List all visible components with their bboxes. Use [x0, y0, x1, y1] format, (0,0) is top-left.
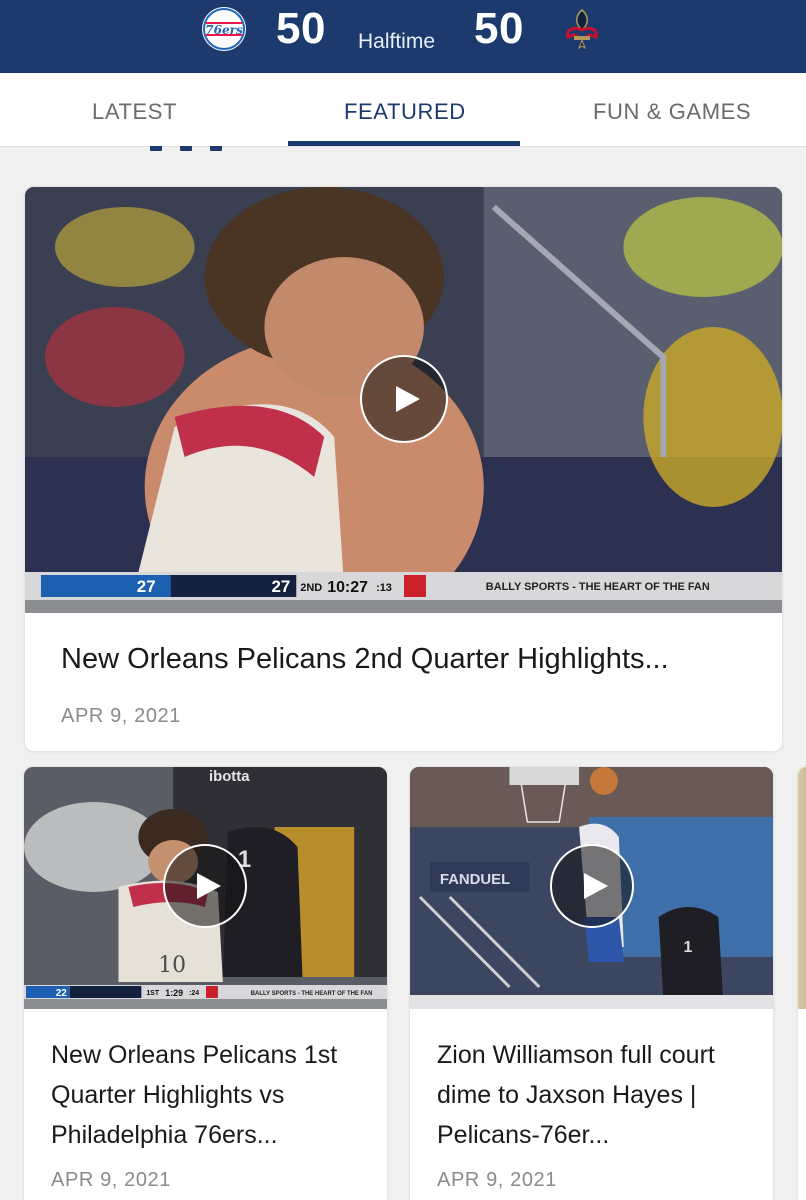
overlay-broadcast: BALLY SPORTS - THE HEART OF THE FAN	[251, 991, 373, 997]
video-title[interactable]: New Orleans Pelicans 2nd Quarter Highlig…	[61, 643, 751, 676]
content-tabs: LATEST FEATURED FUN & GAMES	[0, 73, 806, 147]
overlay-score-b: 27	[271, 577, 290, 596]
76ers-logo-text: 76ers	[205, 23, 243, 37]
play-icon[interactable]	[550, 844, 634, 928]
away-score: 50	[474, 4, 524, 53]
scrolled-section-heading	[150, 142, 260, 151]
overlay-broadcast: BALLY SPORTS - THE HEART OF THE FAN	[486, 581, 710, 593]
video-card-featured[interactable]: 27 27 2ND 10:27 :13 BALLY SPORTS - THE H…	[24, 186, 783, 752]
game-status: Halftime	[358, 30, 436, 53]
video-card[interactable]: ibotta 10 1 22 1ST 1:29 :24 BALLY SPORTS…	[23, 766, 388, 1200]
thumb-jersey-number: 1	[683, 939, 692, 956]
video-thumbnail[interactable]: ibotta 10 1 22 1ST 1:29 :24 BALLY SPORTS…	[24, 767, 387, 1009]
play-icon[interactable]	[360, 355, 448, 443]
overlay-clock: 1:29	[165, 988, 183, 998]
thumb-ad-text: FANDUEL	[440, 871, 510, 888]
home-score: 50	[276, 4, 326, 53]
overlay-score-a: 22	[56, 988, 68, 999]
video-title[interactable]: New Orleans Pelicans 1st Quarter Highlig…	[51, 1035, 363, 1155]
overlay-period: 1ST	[146, 990, 159, 997]
video-thumbnail	[798, 767, 806, 1009]
video-card[interactable]: FANDUEL 1 Zion Williamson full court dim…	[409, 766, 774, 1200]
video-thumbnail[interactable]: 27 27 2ND 10:27 :13 BALLY SPORTS - THE H…	[25, 187, 782, 613]
overlay-shot-clock: :13	[376, 582, 392, 594]
video-date: APR 9, 2021	[61, 705, 182, 727]
overlay-score-a: 27	[137, 577, 156, 596]
tab-featured[interactable]: FEATURED	[344, 99, 466, 125]
video-thumbnail[interactable]: FANDUEL 1	[410, 767, 773, 1009]
pelicans-logo-icon	[559, 6, 605, 52]
tab-fun-and-games[interactable]: FUN & GAMES	[593, 99, 751, 125]
video-date: APR 9, 2021	[51, 1169, 172, 1191]
thumb-jersey-number: 10	[158, 953, 186, 978]
video-title[interactable]: Zion Williamson full court dime to Jaxso…	[437, 1035, 749, 1155]
scoreboard-header[interactable]: 76ers 50 Halftime 50	[0, 0, 806, 73]
play-icon[interactable]	[163, 844, 247, 928]
76ers-logo-icon: 76ers	[201, 6, 247, 52]
thumb-ad-text: ibotta	[209, 768, 250, 785]
overlay-period: 2ND	[300, 582, 322, 594]
video-date: APR 9, 2021	[437, 1169, 558, 1191]
video-card-partial[interactable]	[797, 766, 806, 1200]
tab-latest[interactable]: LATEST	[92, 99, 177, 125]
overlay-clock: 10:27	[327, 579, 368, 596]
overlay-shot-clock: :24	[189, 990, 199, 997]
active-tab-indicator	[288, 141, 520, 146]
